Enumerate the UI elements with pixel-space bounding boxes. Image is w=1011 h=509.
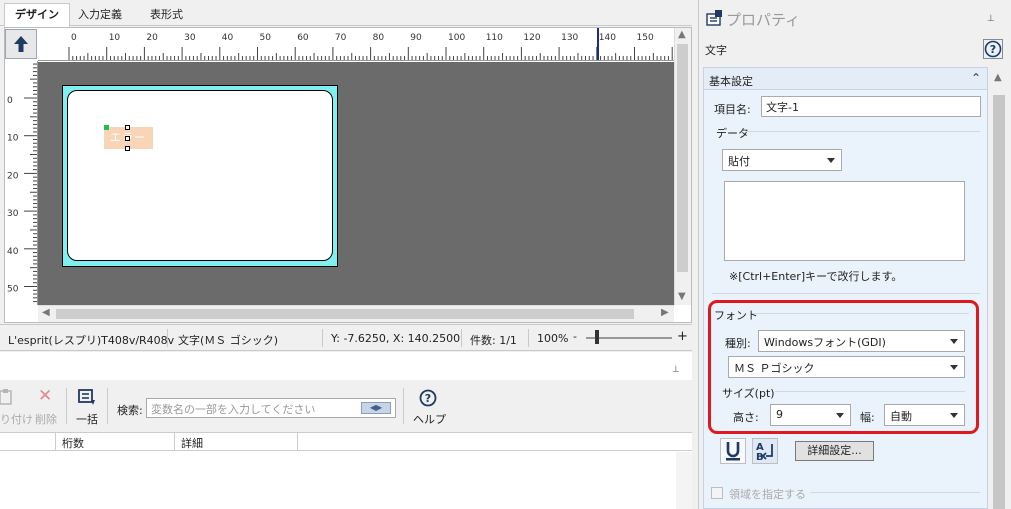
ruler-label: 60 (297, 33, 309, 43)
view-tabbar: デザイン 入力定義 表形式 (0, 0, 692, 27)
ruler-label: 120 (523, 33, 540, 43)
status-coordinates: Y: -7.6250, X: 140.2500 (331, 332, 461, 345)
column-digits[interactable]: 桁数 (62, 435, 84, 451)
data-group-label: データ (716, 127, 749, 140)
ruler-label: 70 (335, 33, 347, 43)
ruler-label: 10 (7, 134, 19, 144)
search-nav-icon[interactable]: ◀▶ (361, 402, 391, 414)
ruler-label: 110 (486, 33, 503, 43)
ruler-label: 130 (561, 33, 578, 43)
status-record-count: 件数: 1/1 (470, 334, 517, 347)
pin-icon[interactable]: ⊥ (672, 365, 680, 375)
collapse-icon[interactable]: ⌃ (971, 71, 981, 85)
detail-settings-button[interactable]: 詳細設定... (795, 441, 874, 461)
variables-grid-header: 桁数 詳細 (0, 432, 692, 451)
variable-search-input[interactable]: 変数名の一部を入力してください ◀▶ (146, 398, 396, 418)
move-up-button[interactable] (5, 29, 37, 59)
svg-text:B: B (756, 452, 764, 462)
help-icon: ? (984, 40, 1002, 58)
ruler-label: 90 (410, 33, 422, 43)
data-textarea[interactable] (724, 181, 965, 261)
ruler-label: 10 (109, 33, 121, 43)
zoom-out-button[interactable]: - (573, 330, 577, 343)
resize-handle-top[interactable] (125, 125, 130, 130)
canvas-vertical-scroll-thumb[interactable] (677, 44, 688, 272)
specify-region-label: 領域を指定する (729, 488, 806, 501)
properties-icon (706, 10, 722, 26)
scroll-left-icon[interactable]: ◀ (42, 307, 50, 318)
tab-input-definition[interactable]: 入力定義 (68, 4, 132, 26)
ruler-label: 30 (184, 33, 196, 43)
status-bar: L'esprit(レスプリ)T408v/R408v 文字(ＭＳ ゴシック) Y:… (0, 324, 692, 351)
canvas-horizontal-scroll-thumb[interactable] (56, 309, 634, 319)
ruler-label: 50 (260, 33, 272, 43)
scroll-right-icon[interactable]: ▶ (661, 307, 669, 318)
ruler-label: 20 (7, 171, 19, 181)
bulk-edit-icon (78, 389, 95, 405)
properties-title: プロパティ (726, 11, 801, 29)
tab-table-format[interactable]: 表形式 (140, 4, 193, 26)
tab-design[interactable]: デザイン (4, 3, 70, 27)
svg-text:?: ? (425, 392, 431, 405)
horizontal-ruler: 0102030405060708090100110120130140150160 (38, 28, 674, 61)
ruler-label: 50 (7, 285, 19, 295)
ruler-label: 150 (637, 33, 654, 43)
data-type-select[interactable]: 貼付 (722, 149, 842, 171)
arrow-up-icon (14, 36, 28, 52)
ruler-label: 0 (7, 96, 13, 106)
ruler-label: 20 (146, 33, 158, 43)
delete-button[interactable]: 削除 (35, 411, 57, 427)
properties-subtitle: 文字 (705, 44, 727, 57)
zoom-level: 100% (537, 332, 569, 345)
zoom-slider-thumb[interactable] (595, 330, 599, 344)
ruler-label: 80 (373, 33, 385, 43)
item-name-label: 項目名: (714, 103, 751, 116)
ruler-label: 40 (7, 247, 19, 257)
paste-button[interactable]: り付け (0, 411, 33, 427)
chevron-down-icon (827, 158, 835, 163)
resize-handle-anchor[interactable] (104, 125, 109, 130)
bulk-button[interactable]: 一括 (76, 411, 98, 427)
svg-text:?: ? (990, 43, 996, 56)
properties-scroll-up-icon[interactable]: ▲ (994, 72, 1002, 83)
text-direction-icon: A B (756, 442, 773, 462)
label-card[interactable] (67, 90, 333, 261)
ruler-label: 0 (71, 33, 77, 43)
properties-pin-icon[interactable]: ⊥ (987, 14, 995, 24)
newline-note: ※[Ctrl+Enter]キーで改行します。 (729, 270, 903, 283)
underline-button[interactable] (720, 438, 746, 464)
data-type-value: 貼付 (728, 155, 750, 168)
help-icon: ? (419, 389, 437, 407)
status-printer: L'esprit(レスプリ)T408v/R408v (8, 334, 175, 347)
ruler-label: 30 (7, 209, 19, 219)
text-direction-button[interactable]: A B (752, 438, 778, 464)
basic-settings-header[interactable]: 基本設定 ⌃ (703, 67, 988, 90)
ruler-label: 100 (448, 33, 465, 43)
font-highlight-frame (708, 300, 979, 434)
basic-settings-title: 基本設定 (709, 75, 753, 88)
paste-icon (0, 389, 12, 405)
column-detail[interactable]: 詳細 (181, 435, 203, 451)
help-button[interactable]: ヘルプ (413, 411, 446, 427)
status-field-type: 文字(ＭＳ ゴシック) (178, 334, 279, 347)
resize-handle-bottom[interactable] (125, 146, 130, 151)
properties-help-button[interactable]: ? (983, 39, 1003, 59)
properties-scroll-thumb[interactable] (993, 95, 1005, 509)
ruler-label: 140 (599, 33, 616, 43)
delete-icon: ✕ (38, 386, 53, 406)
zoom-in-button[interactable]: + (677, 329, 688, 344)
scroll-down-icon[interactable]: ▼ (678, 291, 686, 302)
grid-scrollbar[interactable] (676, 452, 692, 509)
underline-icon (726, 442, 740, 461)
item-name-input[interactable]: 文字-1 (761, 96, 981, 117)
search-label: 検索: (117, 404, 143, 417)
ruler-label: 40 (222, 33, 234, 43)
search-placeholder: 変数名の一部を入力してください (151, 403, 316, 416)
vertical-ruler: 0 10 20 30 40 50 (5, 61, 38, 305)
scroll-up-icon[interactable]: ▲ (678, 29, 686, 40)
resize-handle-middle[interactable] (125, 136, 130, 141)
specify-region-checkbox[interactable] (711, 487, 723, 499)
